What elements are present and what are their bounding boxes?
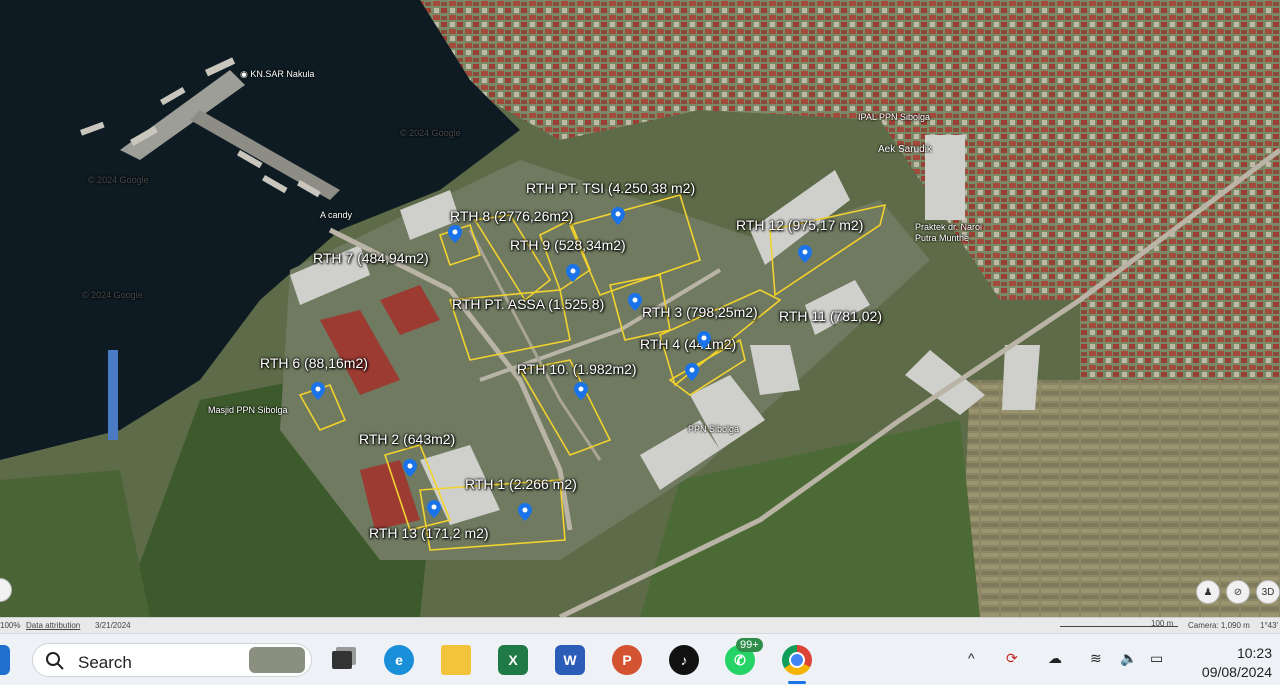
scale-label: 100 m <box>1151 619 1174 628</box>
excel-icon[interactable]: X <box>498 645 528 675</box>
rth-label[interactable]: RTH 1 (2.266 m2) <box>465 476 577 492</box>
word-icon[interactable]: W <box>555 645 585 675</box>
chrome-icon[interactable] <box>782 645 812 675</box>
place-aek-sarudik[interactable]: Aek Sarudik <box>878 144 932 155</box>
task-view-icon[interactable] <box>327 645 357 675</box>
place-kn-sar-nakula[interactable]: ◉ KN.SAR Nakula <box>240 69 314 80</box>
active-app-indicator <box>788 681 806 684</box>
camera-altitude: Camera: 1,090 m <box>1188 621 1250 630</box>
taskbar-search[interactable]: Search <box>32 643 312 677</box>
rth-label[interactable]: RTH PT. TSI (4.250,38 m2) <box>526 180 695 196</box>
rth-label[interactable]: RTH 3 (798,25m2) <box>642 304 758 320</box>
rth-label[interactable]: RTH 4 (441m2) <box>640 336 736 352</box>
map-pin-icon[interactable] <box>574 382 588 400</box>
battery-icon[interactable]: ▭ <box>1150 650 1163 667</box>
rth-label[interactable]: RTH 13 (171,2 m2) <box>369 525 489 541</box>
google-watermark: © 2024 Google <box>82 290 143 300</box>
search-icon <box>46 652 64 670</box>
map-pin-icon[interactable] <box>697 331 711 349</box>
edge-icon[interactable]: e <box>384 645 414 675</box>
rth-label[interactable]: RTH 6 (88,16m2) <box>260 355 368 371</box>
rth-label[interactable]: RTH 7 (484,94m2) <box>313 250 429 266</box>
place-icon: ◉ <box>240 69 251 79</box>
rth-label[interactable]: RTH 12 (975,17 m2) <box>736 217 863 233</box>
map-pin-icon[interactable] <box>427 500 441 518</box>
map-pin-icon[interactable] <box>448 225 462 243</box>
clock-time[interactable]: 10:23 <box>1200 645 1272 661</box>
powerpoint-icon[interactable]: P <box>612 645 642 675</box>
rth-label[interactable]: RTH 10. (1.982m2) <box>517 361 637 377</box>
place-a-candy[interactable]: A candy <box>320 210 352 221</box>
place-praktek-dr[interactable]: Praktek dr. Naroi Putra Munthe <box>915 222 995 244</box>
search-placeholder: Search <box>78 653 132 672</box>
volume-icon[interactable]: 🔈 <box>1120 650 1137 667</box>
imagery-date: 3/21/2024 <box>95 621 131 630</box>
data-attribution-link[interactable]: Data attribution <box>26 621 80 630</box>
map-pin-icon[interactable] <box>685 363 699 381</box>
tiktok-icon[interactable]: ♪ <box>669 645 699 675</box>
google-watermark: © 2024 Google <box>400 128 461 138</box>
sync-icon[interactable]: ⟳ <box>1006 650 1018 667</box>
map-pin-icon[interactable] <box>311 382 325 400</box>
search-highlight-icon <box>249 647 305 673</box>
rth-label[interactable]: RTH 11 (781,02) <box>779 308 882 324</box>
wifi-icon[interactable]: ≋ <box>1090 650 1102 667</box>
satellite-map[interactable]: © 2024 Google © 2024 Google © 2024 Googl… <box>0 0 1280 617</box>
cloud-icon[interactable]: ☁ <box>1048 650 1062 667</box>
clock-date[interactable]: 09/08/2024 <box>1190 664 1272 680</box>
map-pin-icon[interactable] <box>611 207 625 225</box>
map-pin-icon[interactable] <box>403 459 417 477</box>
google-watermark: © 2024 Google <box>88 175 149 185</box>
coordinates: 1°43' <box>1260 621 1279 630</box>
tray-chevron-icon[interactable]: ^ <box>968 650 975 666</box>
compass-icon[interactable]: ⊘ <box>1226 580 1250 604</box>
view-3d-button[interactable]: 3D <box>1256 580 1280 604</box>
place-ppn-sibolga[interactable]: PPN Sibolga <box>688 424 739 435</box>
start-icon[interactable] <box>0 645 10 675</box>
file-explorer-icon[interactable] <box>441 645 471 675</box>
map-pin-icon[interactable] <box>798 245 812 263</box>
pegman-icon[interactable]: ♟ <box>1196 580 1220 604</box>
map-pin-icon[interactable] <box>628 293 642 311</box>
map-statusbar: 100% Data attribution 3/21/2024 100 m Ca… <box>0 617 1280 633</box>
rth-label[interactable]: RTH 2 (643m2) <box>359 431 455 447</box>
place-masjid-ppn-sibolga[interactable]: Masjid PPN Sibolga <box>208 405 288 416</box>
rth-label[interactable]: RTH PT. ASSA (1.525,8) <box>452 296 604 312</box>
place-ipal-ppn-sibolga[interactable]: IPAL PPN Sibolga <box>858 112 930 123</box>
map-pin-icon[interactable] <box>566 264 580 282</box>
rth-label[interactable]: RTH 8 (2776,26m2) <box>450 208 573 224</box>
map-pin-icon[interactable] <box>518 503 532 521</box>
whatsapp-badge: 99+ <box>736 638 763 652</box>
rth-label[interactable]: RTH 9 (528,34m2) <box>510 237 626 253</box>
windows-taskbar: Search e X W P ♪ ✆ 99+ ^ ⟳ ☁ ≋ 🔈 ▭ 10:23… <box>0 633 1280 685</box>
zoom-level: 100% <box>0 621 21 630</box>
